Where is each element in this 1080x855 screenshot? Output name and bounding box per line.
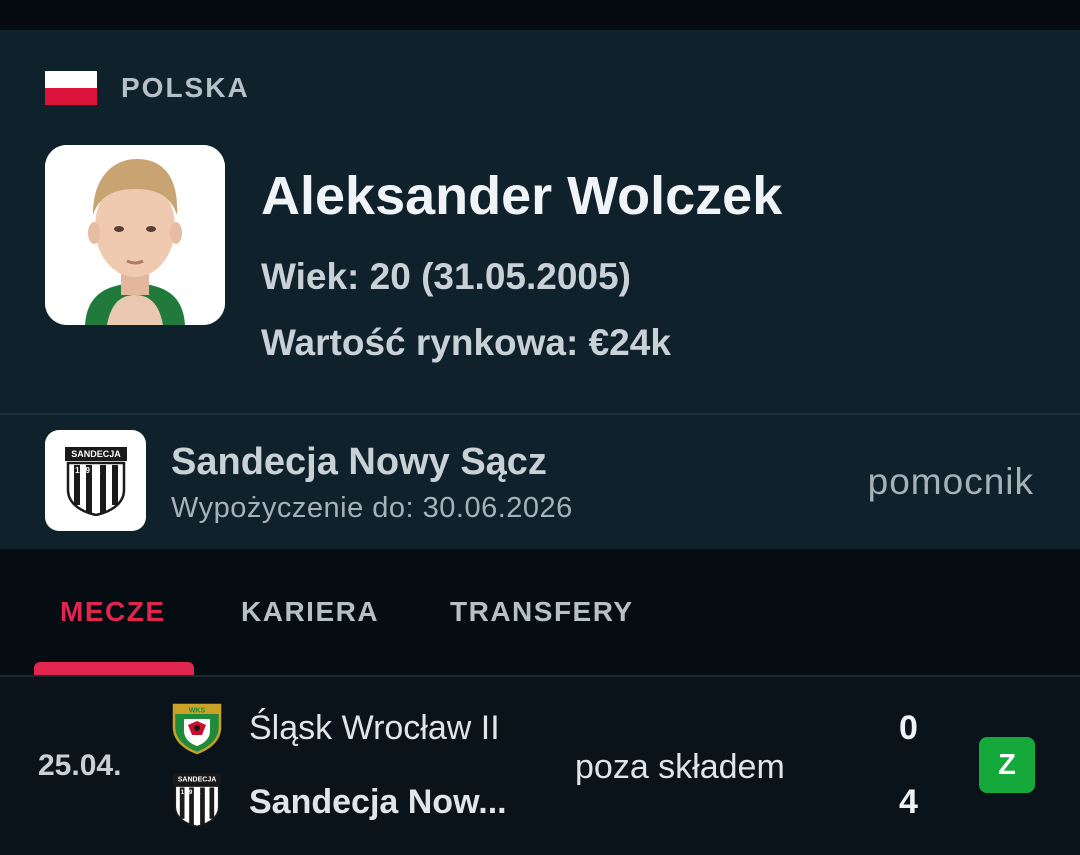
player-market-value: Wartość rynkowa: €24k xyxy=(261,322,671,363)
svg-text:SANDECJA: SANDECJA xyxy=(178,776,217,783)
tab-kariera[interactable]: KARIERA xyxy=(241,596,379,628)
poland-flag-icon xyxy=(45,71,97,105)
club-logo[interactable]: SANDECJA 1910 xyxy=(45,430,146,531)
tab-transfery[interactable]: TRANSFERY xyxy=(450,596,634,628)
svg-text:1910: 1910 xyxy=(75,466,117,475)
svg-text:WKS: WKS xyxy=(189,708,206,715)
player-name: Aleksander Wolczek xyxy=(261,166,783,226)
away-score: 4 xyxy=(899,783,918,821)
match-date: 25.04. xyxy=(38,749,122,782)
active-tab-indicator xyxy=(34,662,194,675)
svg-text:1910: 1910 xyxy=(181,789,214,796)
player-photo xyxy=(45,145,225,325)
sandecja-crest-icon: SANDECJA 1910 xyxy=(172,772,222,833)
match-status: poza składem xyxy=(575,748,785,786)
home-team-name: Śląsk Wrocław II xyxy=(249,709,500,747)
loan-info: Wypożyczenie do: 30.06.2026 xyxy=(171,492,573,524)
club-row[interactable]: SANDECJA 1910 Sandecja Nowy Sącz Wypożyc… xyxy=(0,415,1080,549)
result-badge: Z xyxy=(979,737,1035,793)
slask-wroclaw-crest-icon: WKS xyxy=(170,699,224,760)
away-team-name: Sandecja Now... xyxy=(249,783,507,821)
club-name[interactable]: Sandecja Nowy Sącz xyxy=(171,441,547,484)
home-score: 0 xyxy=(899,709,918,747)
top-bar xyxy=(0,0,1080,30)
country-label[interactable]: POLSKA xyxy=(121,72,250,104)
tab-bar: MECZE KARIERA TRANSFERY xyxy=(0,549,1080,675)
sandecja-crest-icon: SANDECJA 1910 xyxy=(65,447,127,516)
tab-mecze[interactable]: MECZE xyxy=(60,596,166,628)
match-row[interactable]: 25.04. WKS SANDECJA 1910 Śląsk Wrocław I… xyxy=(0,677,1080,855)
player-header: POLSKA Aleksander Wolczek Wiek: 20 (31.0… xyxy=(0,30,1080,413)
svg-text:SANDECJA: SANDECJA xyxy=(71,449,121,459)
player-avatar-icon xyxy=(45,145,225,325)
player-age: Wiek: 20 (31.05.2005) xyxy=(261,256,631,297)
player-position: pomocnik xyxy=(867,461,1034,502)
